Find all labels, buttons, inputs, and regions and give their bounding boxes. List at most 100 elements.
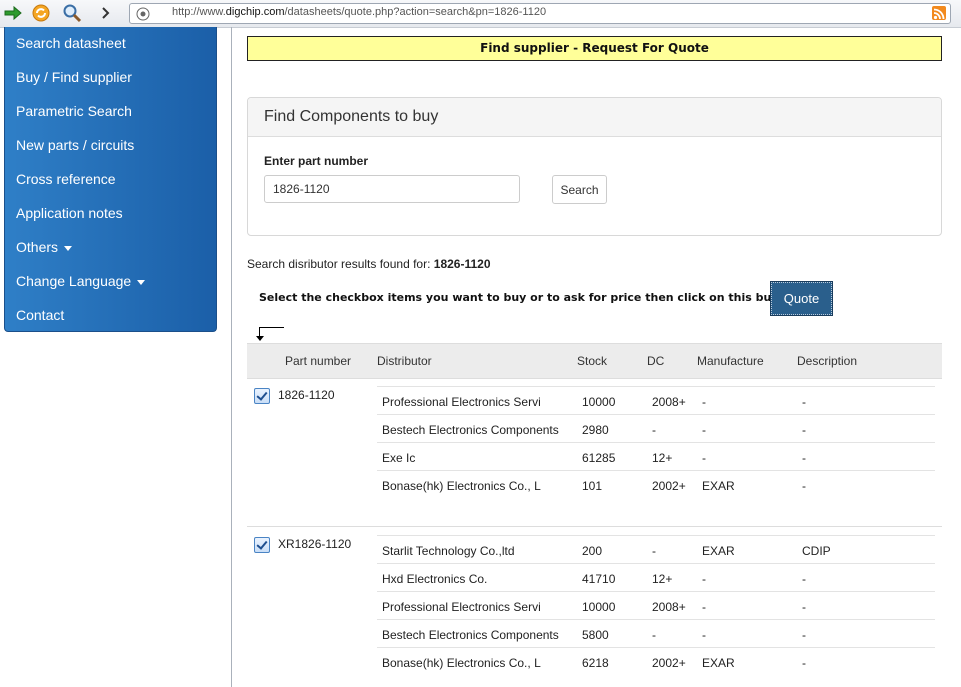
panel-header: Find Components to buy [248,98,941,137]
cell-description: - [802,628,806,642]
cell-stock: 6218 [582,656,609,670]
cell-stock: 61285 [582,451,616,465]
select-checkbox[interactable] [254,388,270,404]
cell-distributor: Exe Ic [382,451,416,465]
cell-manufacture: - [702,451,706,465]
results-summary: Search disributor results found for: 182… [247,257,491,271]
browser-toolbar: http://www.digchip.com/datasheets/quote.… [0,0,961,28]
cell-dc: 12+ [652,572,673,586]
sidebar-item-label: Change Language [16,273,132,289]
results-table-header: Part number Distributor Stock DC Manufac… [247,343,942,379]
cell-stock: 41710 [582,572,616,586]
group-part-number: 1826-1120 [278,388,335,402]
cell-dc: 12+ [652,451,673,465]
cell-distributor: Bestech Electronics Components [382,423,559,437]
cell-description: - [802,479,806,493]
cell-dc: 2002+ [652,479,686,493]
chevron-right-icon[interactable] [95,3,117,23]
table-row: Professional Electronics Servi 10000 200… [377,591,935,620]
table-row: Hxd Electronics Co. 41710 12+ - - [377,563,935,592]
table-row: Bestech Electronics Components 5800 - - … [377,619,935,648]
arrow-connector [259,327,284,328]
panel-title: Find Components to buy [264,108,439,125]
sidebar-item-search-datasheet[interactable]: Search datasheet [16,33,126,53]
cell-stock: 10000 [582,600,616,614]
arrow-down-icon [256,336,264,341]
cell-stock: 101 [582,479,603,493]
cell-distributor: Bonase(hk) Electronics Co., L [382,479,541,493]
table-row: Starlit Technology Co.,ltd 200 - EXAR CD… [377,535,935,564]
cell-stock: 10000 [582,395,616,409]
table-row: Bonase(hk) Electronics Co., L 6218 2002+… [377,647,935,676]
go-forward-arrow-icon[interactable] [2,3,24,23]
part-number-label: Enter part number [264,154,369,168]
cell-stock: 5800 [582,628,609,642]
sidebar-item-change-language[interactable]: Change Language [16,271,146,291]
sidebar-item-application-notes[interactable]: Application notes [16,203,123,223]
cell-distributor: Bonase(hk) Electronics Co., L [382,656,541,670]
cell-manufacture: EXAR [702,479,735,493]
search-button[interactable]: Search [552,175,607,204]
page-icon [136,6,150,21]
column-divider [231,27,232,687]
sidebar-item-new-parts[interactable]: New parts / circuits [16,135,134,155]
cell-manufacture: - [702,600,706,614]
cell-manufacture: - [702,572,706,586]
cell-manufacture: EXAR [702,656,735,670]
cell-distributor: Bestech Electronics Components [382,628,559,642]
caret-down-icon [64,245,73,251]
find-components-panel: Find Components to buy Enter part number… [247,97,942,236]
cell-dc: - [652,423,656,437]
table-row: Bestech Electronics Components 2980 - - … [377,414,935,443]
cell-distributor: Starlit Technology Co.,ltd [382,544,515,558]
cell-dc: - [652,544,656,558]
cell-manufacture: - [702,628,706,642]
sidebar-item-others[interactable]: Others [16,237,73,257]
quote-button[interactable]: Quote [770,281,833,316]
cell-manufacture: EXAR [702,544,735,558]
sidebar-item-buy-find-supplier[interactable]: Buy / Find supplier [16,67,132,87]
col-description: Description [797,354,858,368]
group-part-number: XR1826-1120 [278,537,352,551]
cell-description: CDIP [802,544,831,558]
cell-description: - [802,572,806,586]
address-bar[interactable]: http://www.digchip.com/datasheets/quote.… [129,3,951,24]
cell-distributor: Professional Electronics Servi [382,600,541,614]
sidebar-item-cross-reference[interactable]: Cross reference [16,169,116,189]
sidebar-item-parametric-search[interactable]: Parametric Search [16,101,132,121]
part-number-input[interactable] [264,175,520,203]
results-part-number: 1826-1120 [433,257,491,271]
cell-dc: - [652,628,656,642]
sidebar-nav: Search datasheet Buy / Find supplier Par… [4,27,217,332]
table-row: Bonase(hk) Electronics Co., L 101 2002+ … [377,470,935,499]
table-row: Exe Ic 61285 12+ - - [377,442,935,471]
col-dc: DC [647,354,665,368]
group-divider [247,526,942,527]
table-row: Professional Electronics Servi 10000 200… [377,386,935,415]
cell-distributor: Hxd Electronics Co. [382,572,488,586]
cell-dc: 2008+ [652,395,686,409]
cell-description: - [802,395,806,409]
select-checkbox[interactable] [254,537,270,553]
quote-instruction: Select the checkbox items you want to bu… [259,291,820,304]
caret-down-icon [137,279,146,285]
col-distributor: Distributor [377,354,432,368]
search-icon[interactable] [61,3,83,23]
url-text: http://www.digchip.com/datasheets/quote.… [172,6,547,18]
rss-feed-icon[interactable] [932,6,946,20]
cell-description: - [802,656,806,670]
cell-description: - [802,451,806,465]
cell-description: - [802,423,806,437]
sidebar-item-label: Others [16,239,59,255]
cell-dc: 2008+ [652,600,686,614]
sidebar-item-contact[interactable]: Contact [16,305,64,325]
cell-stock: 200 [582,544,603,558]
cell-description: - [802,600,806,614]
col-stock: Stock [577,354,608,368]
col-part-number: Part number [285,354,352,368]
cell-dc: 2002+ [652,656,686,670]
cell-manufacture: - [702,395,706,409]
page-banner: Find supplier - Request For Quote [247,36,942,61]
refresh-icon[interactable] [30,3,52,23]
cell-stock: 2980 [582,423,609,437]
